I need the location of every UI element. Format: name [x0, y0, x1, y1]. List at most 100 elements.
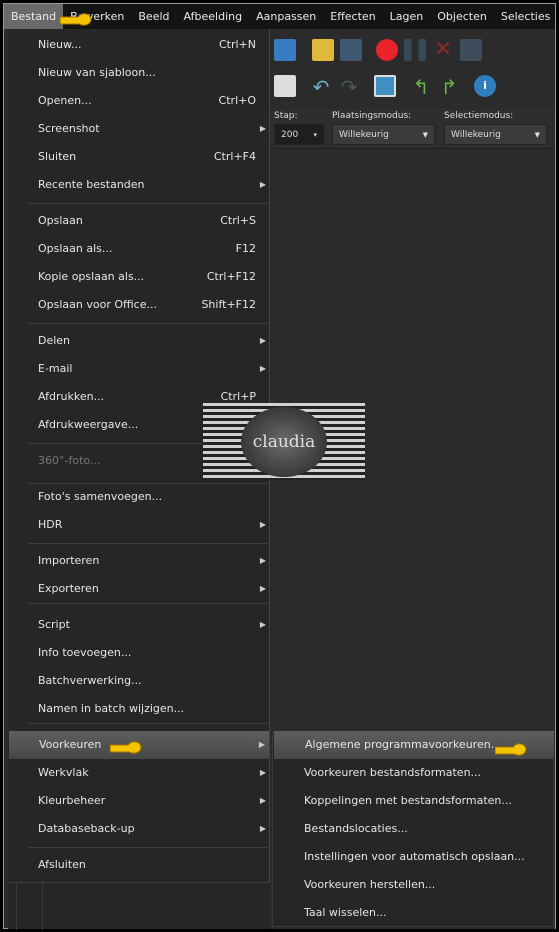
menu-item[interactable]: Opslaan Ctrl+S	[8, 207, 270, 235]
menu-item-label: Info toevoegen...	[38, 646, 132, 659]
menu-objecten[interactable]: Objecten	[430, 4, 494, 29]
menu-beeld[interactable]: Beeld	[131, 4, 176, 29]
menu-item[interactable]: Kleurbeheer ▶	[8, 787, 270, 815]
stop-icon[interactable]	[340, 39, 362, 61]
menu-item-label: Taal wisselen...	[304, 906, 387, 919]
menu-selecties[interactable]: Selecties	[494, 4, 558, 29]
menu-effecten[interactable]: Effecten	[323, 4, 382, 29]
menu-item[interactable]: Script ▶	[8, 611, 270, 639]
menu-item[interactable]: Opslaan als... F12	[8, 235, 270, 263]
toolbar-row-2: ↶ ↷ ↰ ↱ i	[270, 69, 555, 103]
menu-item-label: Instellingen voor automatisch opslaan...	[304, 850, 525, 863]
menu-item[interactable]: Kopie opslaan als... Ctrl+F12	[8, 263, 270, 291]
menu-afbeelding[interactable]: Afbeelding	[177, 4, 250, 29]
menu-item[interactable]: Delen ▶	[8, 327, 270, 355]
resize-icon[interactable]	[374, 75, 396, 97]
menu-item-label: Databaseback-up	[38, 822, 135, 835]
stap-label: Stap:	[274, 111, 298, 121]
menu-separator	[28, 847, 268, 848]
menu-item[interactable]: Info toevoegen...	[8, 639, 270, 667]
submenu-arrow-icon: ▶	[259, 520, 266, 529]
menu-item[interactable]: Bestandslocaties...	[273, 815, 553, 843]
menu-item[interactable]: Namen in batch wijzigen...	[8, 695, 270, 723]
shortcut-label: Ctrl+F12	[206, 270, 256, 283]
menu-item-label: Delen	[38, 334, 71, 347]
shortcut-label: Ctrl+N	[218, 38, 256, 51]
menu-item-label: Nieuw...	[38, 38, 82, 51]
menu-lagen[interactable]: Lagen	[383, 4, 431, 29]
menu-item[interactable]: Databaseback-up ▶	[8, 815, 270, 843]
menu-item[interactable]: Taal wisselen...	[273, 899, 553, 927]
menu-item-label: Kleurbeheer	[38, 794, 106, 807]
print-icon[interactable]	[274, 75, 296, 97]
menu-separator	[28, 603, 268, 604]
cancel-icon[interactable]: ✕	[432, 39, 454, 61]
menu-bestand[interactable]: Bestand	[4, 4, 64, 29]
shortcut-label: Ctrl+O	[218, 94, 256, 107]
menu-item[interactable]: Voorkeuren bestandsformaten...	[273, 759, 553, 787]
voorkeuren-submenu: Algemene programmavoorkeuren... Voorkeure…	[272, 731, 554, 927]
menu-item-label: Opslaan voor Office...	[38, 298, 157, 311]
menu-item-label: 360°-foto...	[38, 454, 101, 467]
menu-item-label: Script	[38, 618, 70, 631]
menu-item-label: Opslaan als...	[38, 242, 113, 255]
pointing-hand-icon	[59, 10, 92, 26]
chevron-down-icon: ▼	[534, 131, 540, 139]
menu-item-label: Voorkeuren bestandsformaten...	[304, 766, 482, 779]
script-editor-icon[interactable]	[274, 39, 296, 61]
menu-item[interactable]: Nieuw... Ctrl+N	[8, 31, 270, 59]
shortcut-label: F12	[235, 242, 256, 255]
stap-input[interactable]: 200 ▾	[274, 124, 324, 145]
menu-item[interactable]: Importeren ▶	[8, 547, 270, 575]
menu-item[interactable]: E-mail ▶	[8, 355, 270, 383]
menu-item[interactable]: Instellingen voor automatisch opslaan...	[273, 843, 553, 871]
menu-separator	[28, 543, 268, 544]
menu-item-label: HDR	[38, 518, 63, 531]
redo-icon[interactable]: ↷	[338, 75, 360, 99]
menu-item-label: Voorkeuren herstellen...	[304, 878, 436, 891]
menu-item[interactable]: Batchverwerking...	[8, 667, 270, 695]
open-folder-icon[interactable]	[312, 39, 334, 61]
submenu-arrow-icon: ▶	[259, 124, 266, 133]
pause-icon[interactable]	[404, 39, 426, 61]
menu-item-label: Bestandslocaties...	[304, 822, 408, 835]
menu-item-label: Algemene programmavoorkeuren...	[305, 738, 502, 751]
menu-item-label: Koppelingen met bestandsformaten...	[304, 794, 512, 807]
submenu-arrow-icon: ▶	[259, 556, 266, 565]
menu-item[interactable]: Foto's samenvoegen...	[8, 483, 270, 511]
tool-options: Stap: 200 ▾ Plaatsingsmodus: Willekeurig ▼…	[270, 109, 555, 149]
menu-item[interactable]: Afsluiten	[8, 851, 270, 879]
back-icon[interactable]: ↰	[410, 75, 432, 99]
undo-icon[interactable]: ↶	[310, 75, 332, 99]
forward-icon[interactable]: ↱	[438, 75, 460, 99]
shortcut-label: Shift+F12	[201, 298, 256, 311]
menu-item[interactable]: Screenshot ▶	[8, 115, 270, 143]
menu-item[interactable]: Voorkeuren herstellen...	[273, 871, 553, 899]
menu-item-label: Sluiten	[38, 150, 77, 163]
menu-item[interactable]: Nieuw van sjabloon...	[8, 59, 270, 87]
menu-item[interactable]: Werkvlak ▶	[8, 759, 270, 787]
menu-item[interactable]: Openen... Ctrl+O	[8, 87, 270, 115]
menu-item-label: Namen in batch wijzigen...	[38, 702, 185, 715]
menu-item-label: Foto's samenvoegen...	[38, 490, 163, 503]
menu-item[interactable]: Recente bestanden ▶	[8, 171, 270, 199]
submenu-arrow-icon: ▶	[259, 620, 266, 629]
menu-item[interactable]: Sluiten Ctrl+F4	[8, 143, 270, 171]
pointing-hand-icon	[494, 740, 527, 756]
menu-item[interactable]: Exporteren ▶	[8, 575, 270, 603]
shortcut-label: Ctrl+S	[220, 214, 256, 227]
spin-arrows-icon[interactable]: ▾	[313, 125, 317, 145]
menu-item[interactable]: HDR ▶	[8, 511, 270, 539]
info-icon[interactable]: i	[474, 75, 496, 97]
selectiemodus-dropdown[interactable]: Willekeurig ▼	[444, 124, 547, 145]
plaatsingsmodus-dropdown[interactable]: Willekeurig ▼	[332, 124, 435, 145]
menu-item-label: Opslaan	[38, 214, 83, 227]
submenu-arrow-icon: ▶	[259, 824, 266, 833]
menu-item[interactable]: Opslaan voor Office... Shift+F12	[8, 291, 270, 319]
submenu-arrow-icon: ▶	[258, 740, 265, 749]
menu-separator	[28, 483, 268, 484]
menu-aanpassen[interactable]: Aanpassen	[249, 4, 323, 29]
save-script-icon[interactable]	[460, 39, 482, 61]
menu-item[interactable]: Koppelingen met bestandsformaten...	[273, 787, 553, 815]
record-icon[interactable]	[376, 39, 398, 61]
